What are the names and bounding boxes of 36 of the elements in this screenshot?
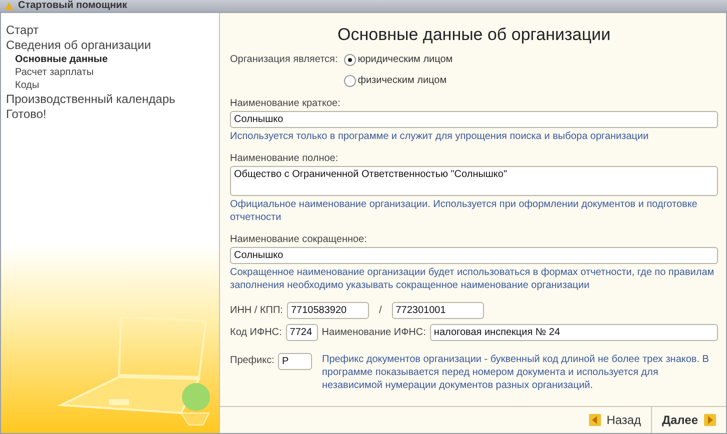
field-label: Код ИФНС: <box>230 327 282 338</box>
field-label: Наименование ИФНС: <box>322 327 426 338</box>
hint-text: Официальное наименование организации. Используется при оформлении документов и подготовке отчетности <box>230 198 698 224</box>
field-label: Организация является: <box>230 53 338 67</box>
text-field[interactable]: Солнышко <box>230 111 718 128</box>
text-field[interactable]: Солнышко <box>230 247 718 264</box>
next-button[interactable]: Далее <box>650 407 726 433</box>
ifns-name-field[interactable]: налоговая инспекция № 24 <box>430 324 718 341</box>
radio-button[interactable] <box>344 54 356 66</box>
hint-text: Сокращенное наименование организации будет использоваться в формах отчетности, где по правилам заполнения необходимо указывать сокращенное наименование организации <box>230 266 716 292</box>
field-label: Наименование краткое: <box>230 98 342 109</box>
back-button[interactable]: Назад <box>578 407 651 433</box>
field-label: ИНН / КПП: <box>230 305 283 316</box>
radio-button[interactable] <box>344 75 356 87</box>
sidebar-subitem[interactable]: Расчет зарплаты <box>6 66 219 79</box>
hint-text: Префикс документов организации - буквенный код длиной не более трех знаков. В программе показывается перед номером документа и используется для независимой нумерации документов разных организаций. <box>322 353 710 392</box>
window-title: Стартовый помощник <box>18 0 128 12</box>
inn-field[interactable]: 7710583920 <box>286 302 369 319</box>
sidebar-item[interactable]: Готово! <box>6 107 219 122</box>
sidebar-item[interactable]: Старт <box>6 23 219 38</box>
sidebar-item[interactable]: Сведения об организации <box>6 38 219 53</box>
sidebar-subitem[interactable]: Коды <box>6 79 219 92</box>
field-label: Наименование сокращенное: <box>230 234 368 245</box>
page-heading: Основные данные об организации <box>336 24 612 46</box>
radio-option[interactable]: физическим лицом <box>344 74 453 88</box>
sidebar-item[interactable]: Производственный календарь <box>6 92 219 107</box>
radio-label: физическим лицом <box>358 74 447 88</box>
hint-text: Используется только в программе и служит для упрощения поиска и выбора организации <box>230 130 650 143</box>
field-label: Наименование полное: <box>230 153 340 164</box>
separator-text: / <box>378 305 382 316</box>
field-label: Префикс: <box>230 354 274 368</box>
kpp-field[interactable]: 772301001 <box>392 302 484 319</box>
text-field[interactable]: Общество с Ограниченной Ответственностью "Солнышко" <box>230 166 718 196</box>
ifns-code-field[interactable]: 7724 <box>286 324 318 341</box>
prefix-field[interactable]: Р <box>278 353 312 370</box>
sidebar-subitem[interactable]: Основные данные <box>6 53 219 66</box>
